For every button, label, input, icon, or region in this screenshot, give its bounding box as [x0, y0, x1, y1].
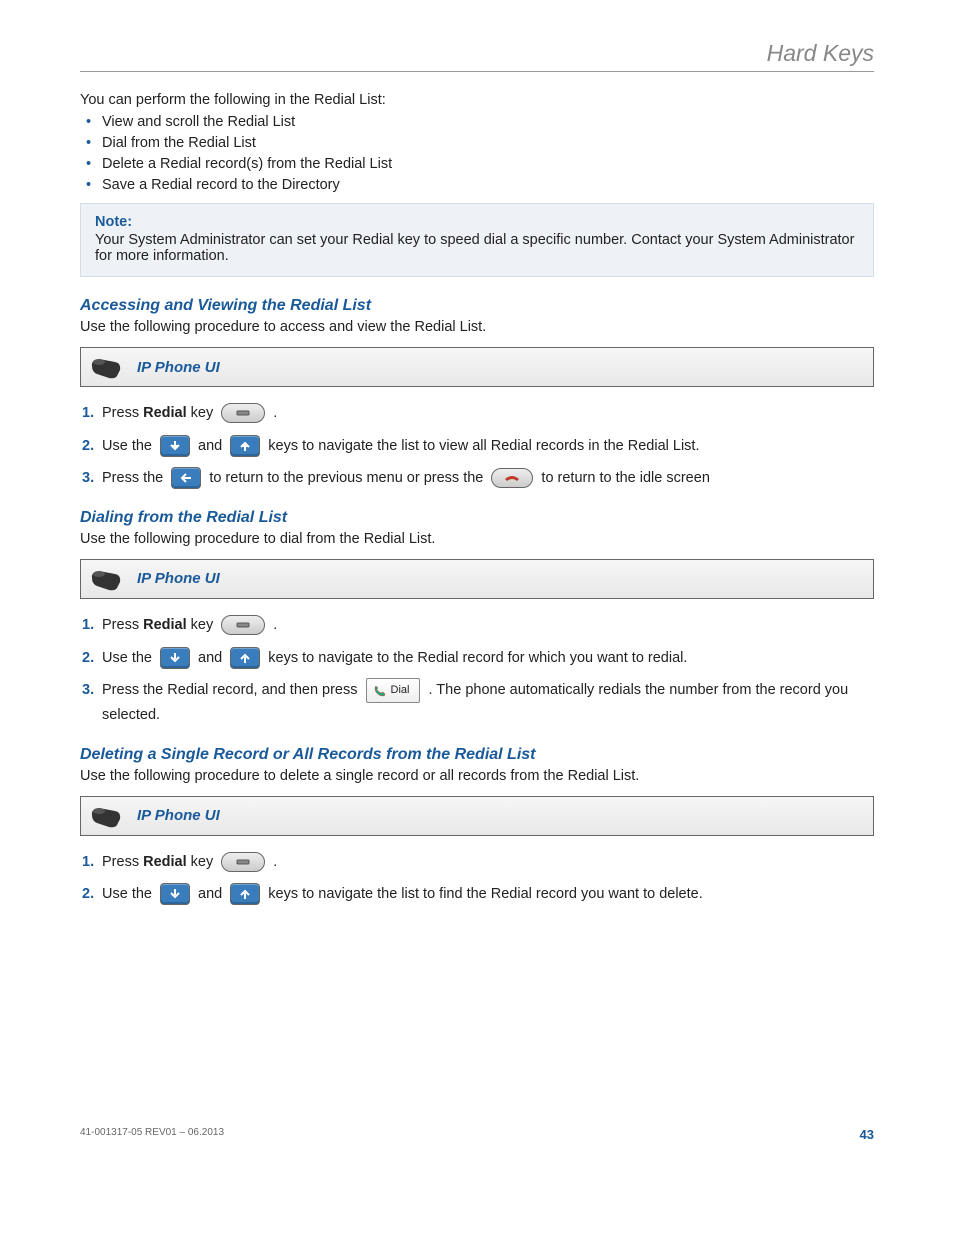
- phone-icon: [89, 354, 123, 380]
- redial-key-icon: [221, 403, 265, 423]
- section-heading: Accessing and Viewing the Redial List: [80, 297, 874, 315]
- note-text: Your System Administrator can set your R…: [95, 232, 859, 264]
- step-text: keys to navigate to the Redial record fo…: [268, 650, 687, 666]
- step-text: Use the: [102, 886, 156, 902]
- step-item: Use the and keys to navigate to the Redi…: [102, 646, 874, 671]
- step-text: key: [187, 854, 218, 870]
- ip-phone-ui-bar: IP Phone UI: [80, 559, 874, 599]
- step-text: .: [273, 854, 277, 870]
- arrow-down-icon: [160, 883, 190, 905]
- section-desc: Use the following procedure to delete a …: [80, 768, 874, 784]
- section-desc: Use the following procedure to access an…: [80, 319, 874, 335]
- dial-handset-icon: [373, 684, 387, 698]
- page-footer: 41-001317-05 REV01 – 06.2013 43: [80, 1127, 874, 1142]
- step-text: Use the: [102, 650, 156, 666]
- list-item: Delete a Redial record(s) from the Redia…: [102, 156, 874, 172]
- step-text: Press: [102, 405, 143, 421]
- step-text: Press: [102, 854, 143, 870]
- step-text: .: [273, 617, 277, 633]
- dial-button-label: Dial: [391, 681, 410, 700]
- list-item: Dial from the Redial List: [102, 135, 874, 151]
- steps-list: Press Redial key . Use the and keys to n…: [80, 613, 874, 728]
- phone-icon: [89, 803, 123, 829]
- section-heading: Dialing from the Redial List: [80, 509, 874, 527]
- step-text: and: [198, 438, 226, 454]
- step-text: to return to the idle screen: [541, 470, 709, 486]
- redial-key-icon: [221, 615, 265, 635]
- steps-list: Press Redial key . Use the and keys to n…: [80, 401, 874, 491]
- redial-key-icon: [221, 852, 265, 872]
- arrow-up-icon: [230, 435, 260, 457]
- step-item: Press the to return to the previous menu…: [102, 466, 874, 491]
- step-text: keys to navigate the list to find the Re…: [268, 886, 702, 902]
- ui-bar-label: IP Phone UI: [137, 570, 220, 587]
- section-desc: Use the following procedure to dial from…: [80, 531, 874, 547]
- arrow-up-icon: [230, 647, 260, 669]
- arrow-down-icon: [160, 647, 190, 669]
- section-heading: Deleting a Single Record or All Records …: [80, 746, 874, 764]
- step-text: Press the Redial record, and then press: [102, 682, 362, 698]
- step-item: Press Redial key .: [102, 401, 874, 426]
- phone-icon: [89, 566, 123, 592]
- step-text: and: [198, 650, 226, 666]
- hangup-key-icon: [491, 468, 533, 488]
- step-bold: Redial: [143, 617, 187, 633]
- ui-bar-label: IP Phone UI: [137, 359, 220, 376]
- step-text: Press: [102, 617, 143, 633]
- step-text: key: [187, 617, 218, 633]
- step-text: and: [198, 886, 226, 902]
- step-item: Press Redial key .: [102, 850, 874, 875]
- step-item: Use the and keys to navigate the list to…: [102, 882, 874, 907]
- step-bold: Redial: [143, 854, 187, 870]
- intro-text: You can perform the following in the Red…: [80, 92, 874, 108]
- step-text: Use the: [102, 438, 156, 454]
- arrow-up-icon: [230, 883, 260, 905]
- bullet-list: View and scroll the Redial List Dial fro…: [80, 114, 874, 193]
- steps-list: Press Redial key . Use the and keys to n…: [80, 850, 874, 907]
- step-text: .: [273, 405, 277, 421]
- step-bold: Redial: [143, 405, 187, 421]
- page-header: Hard Keys: [80, 40, 874, 67]
- step-item: Use the and keys to navigate the list to…: [102, 434, 874, 459]
- note-box: Note: Your System Administrator can set …: [80, 203, 874, 277]
- header-rule: [80, 71, 874, 72]
- arrow-left-icon: [171, 467, 201, 489]
- dial-button: Dial: [366, 678, 421, 703]
- doc-revision: 41-001317-05 REV01 – 06.2013: [80, 1127, 224, 1142]
- step-text: to return to the previous menu or press …: [209, 470, 487, 486]
- step-text: key: [187, 405, 218, 421]
- list-item: View and scroll the Redial List: [102, 114, 874, 130]
- note-label: Note:: [95, 214, 859, 230]
- ip-phone-ui-bar: IP Phone UI: [80, 796, 874, 836]
- ip-phone-ui-bar: IP Phone UI: [80, 347, 874, 387]
- ui-bar-label: IP Phone UI: [137, 807, 220, 824]
- step-item: Press Redial key .: [102, 613, 874, 638]
- page-number: 43: [860, 1127, 874, 1142]
- step-text: Press the: [102, 470, 167, 486]
- list-item: Save a Redial record to the Directory: [102, 177, 874, 193]
- arrow-down-icon: [160, 435, 190, 457]
- step-item: Press the Redial record, and then press …: [102, 678, 874, 727]
- step-text: keys to navigate the list to view all Re…: [268, 438, 699, 454]
